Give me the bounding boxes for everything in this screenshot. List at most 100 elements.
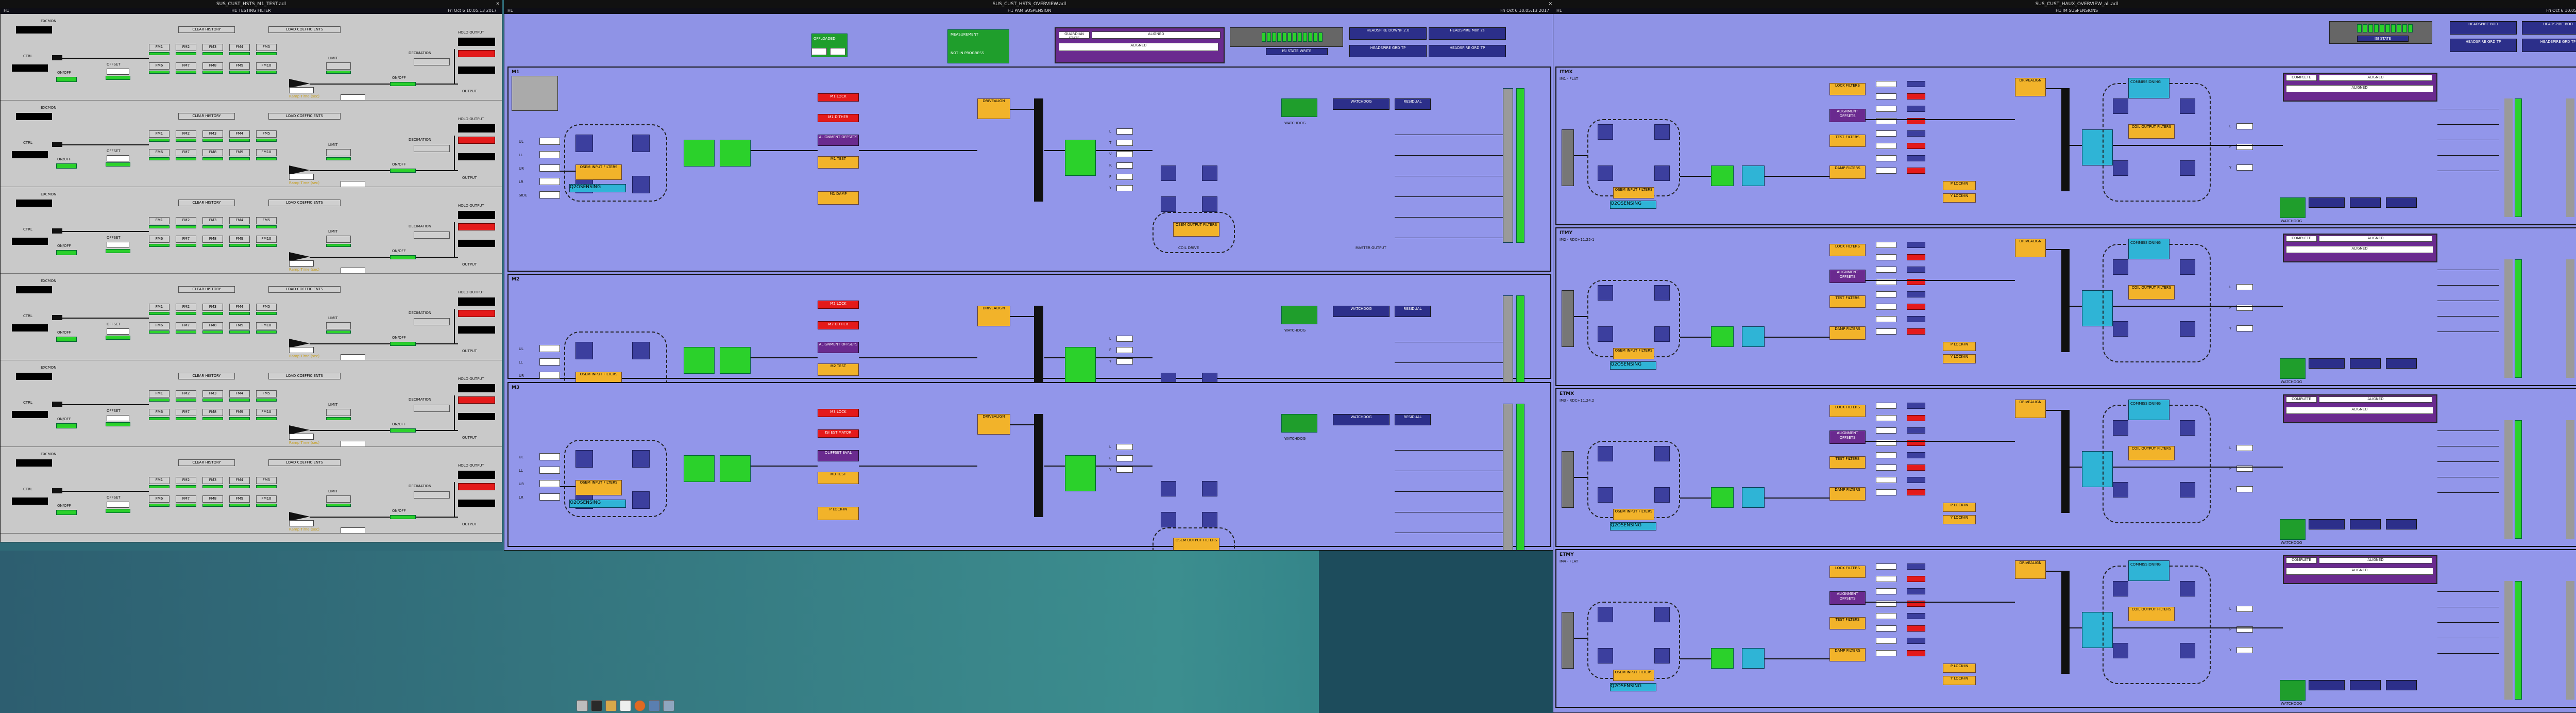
- osem-block[interactable]: [1654, 326, 1670, 342]
- fm-button[interactable]: FM7: [176, 236, 196, 243]
- decimation-button[interactable]: [414, 231, 450, 239]
- fm-button[interactable]: FM2: [176, 477, 196, 484]
- fm-button[interactable]: FM3: [202, 130, 223, 138]
- watchdog-button[interactable]: [1281, 306, 1317, 324]
- clear-history-button[interactable]: CLEAR HISTORY: [178, 373, 235, 379]
- osem-block[interactable]: [1654, 124, 1670, 140]
- input-switch[interactable]: [52, 142, 62, 147]
- output-matrix[interactable]: [1065, 455, 1096, 491]
- decimation-button[interactable]: [414, 145, 450, 152]
- coil-output-filters-button[interactable]: COIL OUTPUT FILTERS: [2128, 607, 2175, 621]
- p-lock-in-button[interactable]: P LOCK-IN: [1943, 664, 1976, 673]
- osem-block[interactable]: [1598, 607, 1613, 622]
- fm-button[interactable]: FM6: [149, 149, 170, 156]
- matrix-block-2[interactable]: [1742, 487, 1765, 508]
- damp-filters-button[interactable]: DAMP FILTERS: [1829, 165, 1866, 179]
- load-coefficients-button[interactable]: LOAD COEFFICIENTS: [268, 459, 341, 466]
- test-filters-button[interactable]: TEST FILTERS: [1829, 617, 1866, 629]
- files-icon[interactable]: [577, 700, 588, 711]
- coil-block[interactable]: [2113, 581, 2128, 596]
- limit-button[interactable]: [326, 409, 351, 416]
- clear-history-button[interactable]: CLEAR HISTORY: [178, 113, 235, 120]
- gain-input[interactable]: [289, 347, 314, 353]
- fm-button[interactable]: FM8: [202, 62, 223, 70]
- osem-block[interactable]: [632, 450, 650, 468]
- osem-block[interactable]: [632, 491, 650, 509]
- editor-icon[interactable]: [620, 700, 631, 711]
- matrix-block-2[interactable]: [720, 347, 751, 374]
- coil-block[interactable]: [2113, 160, 2128, 176]
- fm-button[interactable]: FM8: [202, 495, 223, 503]
- fm-button[interactable]: FM2: [176, 390, 196, 397]
- drivealign-button[interactable]: DRIVEALIGN: [977, 98, 1010, 119]
- coil-block[interactable]: [1202, 165, 1217, 181]
- headspire-button[interactable]: HEADSPIRE BOD: [2450, 21, 2517, 35]
- osem-block[interactable]: [632, 176, 650, 193]
- drivealign-button[interactable]: DRIVEALIGN: [2015, 78, 2046, 96]
- fm-button[interactable]: FM5: [256, 217, 277, 224]
- matrix-block-1[interactable]: [684, 347, 715, 374]
- fm-button[interactable]: FM2: [176, 217, 196, 224]
- offload-button-2[interactable]: [830, 48, 845, 55]
- osem-block[interactable]: [1598, 648, 1613, 664]
- decimation-button[interactable]: [414, 58, 450, 65]
- matrix-block-2[interactable]: [1742, 648, 1765, 669]
- fm-button[interactable]: FM3: [202, 477, 223, 484]
- lock-button[interactable]: M1 LOCK: [818, 93, 859, 102]
- fm-button[interactable]: FM7: [176, 149, 196, 156]
- matrix-block-1[interactable]: [684, 140, 715, 167]
- fm-button[interactable]: FM1: [149, 477, 170, 484]
- decimation-button[interactable]: [414, 405, 450, 412]
- lock-button[interactable]: M2 LOCK: [818, 301, 859, 309]
- guardian-request-box[interactable]: ALIGNED: [2286, 568, 2433, 575]
- coil-output-filters-button[interactable]: COIL OUTPUT FILTERS: [2128, 446, 2175, 460]
- osem-block[interactable]: [1654, 165, 1670, 181]
- guardian-tp-button[interactable]: HEADSPIRE GRD TP: [1349, 45, 1427, 57]
- lock-filters-button[interactable]: LOCK FILTERS: [1829, 566, 1866, 578]
- decimation-button[interactable]: [414, 491, 450, 499]
- load-coefficients-button[interactable]: LOAD COEFFICIENTS: [268, 200, 341, 206]
- guardian-request-box[interactable]: ALIGNED: [2286, 246, 2433, 253]
- fm-button[interactable]: FM4: [229, 304, 250, 311]
- decimation-button[interactable]: [414, 318, 450, 325]
- guardian-request-box[interactable]: ALIGNED: [1059, 43, 1218, 51]
- test-button[interactable]: M3 TEST: [818, 472, 859, 484]
- offset-input[interactable]: [107, 415, 129, 421]
- coil-block[interactable]: [2180, 482, 2195, 498]
- watchdog-button[interactable]: [2280, 519, 2306, 540]
- osem-block[interactable]: [1598, 124, 1613, 140]
- dither-button[interactable]: ISI ESTIMATOR: [818, 429, 859, 438]
- osem-block[interactable]: [1654, 648, 1670, 664]
- osem-input-filters-button[interactable]: OSEM INPUT FILTERS: [575, 164, 622, 180]
- test-filters-button[interactable]: TEST FILTERS: [1829, 456, 1866, 469]
- terminal-icon[interactable]: [591, 700, 602, 711]
- coil-block[interactable]: [2113, 259, 2128, 275]
- offset-input[interactable]: [107, 502, 129, 508]
- coil-block[interactable]: [2113, 98, 2128, 114]
- q2osensing-button[interactable]: Q2OSENSING: [1610, 361, 1656, 370]
- input-switch[interactable]: [52, 228, 62, 234]
- q2osensing-button[interactable]: Q2OSENSING: [1610, 201, 1656, 209]
- fm-button[interactable]: FM4: [229, 44, 250, 51]
- window-titlebar[interactable]: SUS_CUST_HAUX_OVERVIEW_all.adl✕: [1553, 1, 2576, 8]
- fm-button[interactable]: FM5: [256, 390, 277, 397]
- fm-button[interactable]: FM5: [256, 477, 277, 484]
- watchdog-button[interactable]: [2280, 197, 2306, 218]
- y-lock-in-button[interactable]: Y LOCK-IN: [1943, 676, 1976, 685]
- guardian-request-box[interactable]: ALIGNED: [2286, 407, 2433, 414]
- fm-button[interactable]: FM1: [149, 304, 170, 311]
- headspire-button-2[interactable]: HEADSPIRE BOD: [2522, 21, 2576, 35]
- osem-input-filters-button[interactable]: OSEM INPUT FILTERS: [1613, 187, 1654, 198]
- osem-block[interactable]: [632, 135, 650, 152]
- fm-button[interactable]: FM6: [149, 236, 170, 243]
- grd-tp-button[interactable]: HEADSPIRE GRD TP: [2450, 39, 2517, 52]
- matrix-block-2[interactable]: [720, 455, 751, 482]
- fm-button[interactable]: FM10: [256, 409, 277, 416]
- osem-input-filters-button[interactable]: OSEM INPUT FILTERS: [1613, 348, 1654, 359]
- coil-block[interactable]: [2180, 321, 2195, 337]
- alignment-offsets-button[interactable]: ALIGNMENT OFFSETS: [1829, 591, 1866, 605]
- input-switch[interactable]: [52, 315, 62, 320]
- input-switch[interactable]: [52, 55, 62, 60]
- fm-button[interactable]: FM2: [176, 44, 196, 51]
- load-coefficients-button[interactable]: LOAD COEFFICIENTS: [268, 373, 341, 379]
